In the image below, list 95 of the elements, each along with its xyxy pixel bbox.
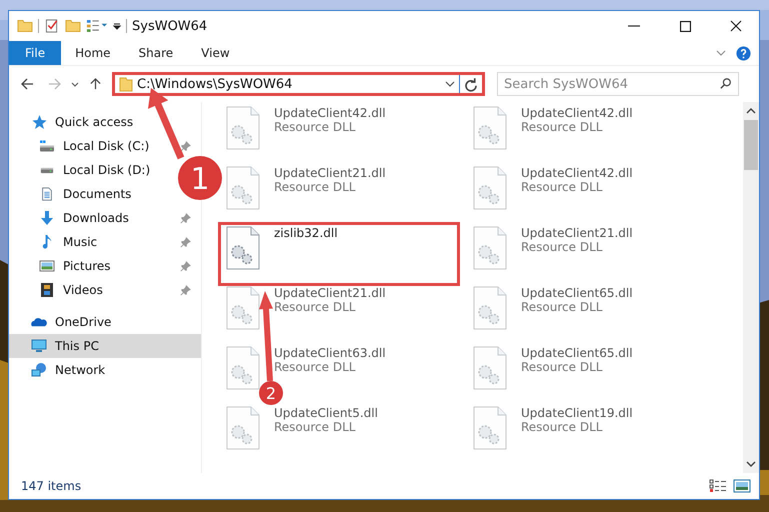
scrollbar[interactable]: [743, 102, 759, 473]
step-badge: [178, 156, 222, 200]
ribbon-tab[interactable]: File: [9, 41, 62, 65]
file-type: Resource DLL: [521, 420, 604, 434]
file-name: zislib32.dll: [274, 226, 338, 240]
step-number: 1: [190, 162, 210, 197]
file-icon: [226, 166, 260, 210]
search-field[interactable]: Search SysWOW64: [497, 72, 739, 96]
cloud-icon: [31, 315, 47, 329]
file-type: Resource DLL: [274, 360, 356, 374]
file-name: UpdateClient42.dll: [521, 106, 633, 120]
sidebar-item[interactable]: Music: [9, 230, 98, 254]
drive-icon: [39, 166, 55, 174]
sidebar-item[interactable]: Pictures: [9, 254, 111, 278]
monitor-icon: [31, 339, 47, 353]
file-type: Resource DLL: [274, 300, 356, 314]
file-type: Resource DLL: [274, 180, 356, 194]
sidebar-item[interactable]: Quick access: [9, 110, 201, 134]
sidebar-item[interactable]: This PC: [9, 334, 201, 358]
file-icon: [226, 106, 260, 150]
file-item[interactable]: zislib32.dll: [220, 224, 458, 284]
search-icon[interactable]: [720, 78, 732, 90]
document-icon: [39, 187, 55, 201]
pin-icon[interactable]: [180, 212, 191, 224]
sidebar-item[interactable]: OneDrive: [9, 310, 201, 334]
star-icon: [31, 115, 47, 129]
file-icon: [473, 406, 507, 450]
step-number: 2: [266, 384, 276, 403]
scroll-up-icon[interactable]: [746, 108, 756, 114]
close-icon: [730, 20, 742, 32]
file-type: Resource DLL: [274, 120, 356, 134]
file-name: UpdateClient21.dll: [274, 166, 386, 180]
film-icon: [39, 283, 55, 297]
file-type: Resource DLL: [274, 420, 356, 434]
pin-icon[interactable]: [180, 284, 191, 296]
file-name: UpdateClient5.dll: [274, 406, 378, 420]
ribbon-tab[interactable]: Share: [124, 41, 188, 65]
step-badge: [259, 381, 283, 405]
file-icon: [473, 346, 507, 390]
ribbon-tab[interactable]: View: [187, 41, 244, 65]
window-title: SysWOW64: [132, 18, 208, 34]
file-name: UpdateClient65.dll: [521, 286, 633, 300]
item-count: 147 items: [21, 479, 82, 493]
maximize-icon: [680, 20, 690, 32]
file-icon: [226, 346, 260, 390]
file-name: UpdateClient65.dll: [521, 346, 633, 360]
dropdown-icon[interactable]: [445, 81, 455, 87]
address-field[interactable]: C:\Windows\SysWOW64: [112, 72, 485, 96]
chevron-down-icon[interactable]: [71, 82, 79, 86]
file-icon: [226, 406, 260, 450]
pin-icon[interactable]: [180, 236, 191, 248]
file-name: UpdateClient21.dll: [521, 226, 633, 240]
dropdown-icon[interactable]: [113, 22, 121, 30]
file-name: UpdateClient42.dll: [274, 106, 386, 120]
back-arrow-icon[interactable]: [21, 78, 34, 90]
network-icon: [31, 363, 47, 377]
file-icon: [473, 166, 507, 210]
sidebar-item[interactable]: Videos: [9, 278, 103, 302]
file-icon: [473, 106, 507, 150]
file-type: Resource DLL: [521, 120, 604, 134]
pin-icon[interactable]: [180, 140, 191, 152]
sidebar-item[interactable]: Network: [9, 358, 201, 382]
file-name: UpdateClient63.dll: [274, 346, 386, 360]
file-type: Resource DLL: [521, 300, 604, 314]
file-name: UpdateClient21.dll: [274, 286, 386, 300]
view-options-icon[interactable]: [86, 19, 108, 33]
file-name: UpdateClient19.dll: [521, 406, 633, 420]
help-icon[interactable]: [736, 46, 751, 60]
sidebar-item[interactable]: Local Disk (C:): [9, 134, 150, 158]
scroll-down-icon[interactable]: [746, 461, 756, 467]
properties-icon[interactable]: [44, 19, 60, 33]
file-type: Resource DLL: [521, 240, 604, 254]
file-icon: [473, 286, 507, 330]
folder-icon: [119, 76, 133, 92]
scrollbar-thumb[interactable]: [744, 120, 758, 170]
ribbon-tab[interactable]: Home: [61, 41, 125, 65]
drive-icon: [39, 139, 55, 153]
download-icon: [39, 211, 55, 225]
thumbnail-view-icon[interactable]: [733, 479, 751, 493]
sidebar-item[interactable]: Documents: [9, 182, 132, 206]
file-type: Resource DLL: [521, 360, 604, 374]
file-name: UpdateClient42.dll: [521, 166, 633, 180]
file-icon: [226, 286, 260, 330]
file-icon: [473, 226, 507, 270]
file-type: Resource DLL: [521, 180, 604, 194]
refresh-icon[interactable]: [464, 76, 478, 92]
expand-ribbon-icon[interactable]: [716, 50, 726, 56]
sidebar-item[interactable]: Downloads: [9, 206, 129, 230]
details-view-icon[interactable]: [709, 479, 727, 493]
sidebar-item[interactable]: Local Disk (D:): [9, 158, 150, 182]
file-icon: [226, 226, 260, 270]
pictures-icon: [39, 259, 55, 273]
minimize-icon: [628, 25, 640, 27]
pin-icon[interactable]: [180, 260, 191, 272]
up-arrow-icon[interactable]: [89, 78, 102, 90]
